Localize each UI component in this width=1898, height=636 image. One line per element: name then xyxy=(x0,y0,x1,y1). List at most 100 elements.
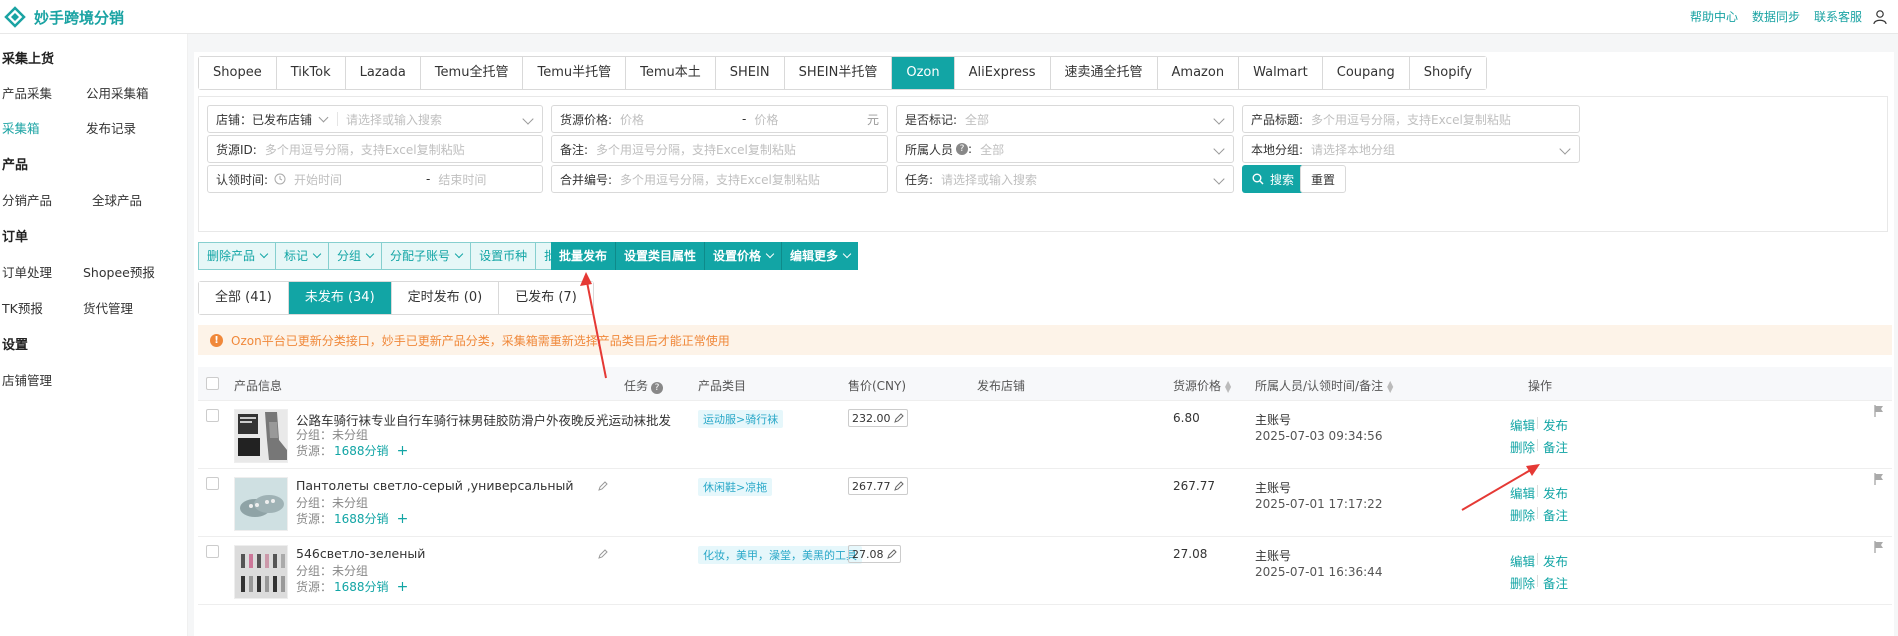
sidebar-item-distribution-products[interactable]: 分销产品 xyxy=(2,190,52,209)
delete-link[interactable]: 删除 xyxy=(1510,437,1535,456)
edit-pencil-icon[interactable] xyxy=(598,481,608,491)
local-group-filter[interactable]: 本地分组: 请选择本地分组 xyxy=(1242,135,1580,163)
tab-unpublished[interactable]: 未发布 (34) xyxy=(288,282,392,314)
tab-shein-semi[interactable]: SHEIN半托管 xyxy=(784,57,893,89)
tab-lazada[interactable]: Lazada xyxy=(345,57,421,89)
tab-shopify[interactable]: Shopify xyxy=(1409,57,1487,89)
tab-shopee[interactable]: Shopee xyxy=(199,57,277,89)
product-title-input[interactable]: 多个用逗号分隔，支持Excel复制粘贴 xyxy=(1303,111,1579,128)
user-icon[interactable] xyxy=(1872,9,1888,25)
edit-link[interactable]: 编辑 xyxy=(1510,415,1535,434)
local-group-select[interactable]: 请选择本地分组 xyxy=(1303,141,1579,158)
tab-published[interactable]: 已发布 (7) xyxy=(499,282,593,314)
tab-tiktok[interactable]: TikTok xyxy=(276,57,346,89)
claim-start-input[interactable]: 开始时间 xyxy=(286,171,426,188)
tab-aliexpress[interactable]: AliExpress xyxy=(954,57,1051,89)
edit-pencil-icon[interactable] xyxy=(598,413,608,423)
remark-link[interactable]: 备注 xyxy=(1543,437,1568,456)
product-thumbnail[interactable] xyxy=(234,409,288,463)
merge-id-input[interactable]: 多个用逗号分隔，支持Excel复制粘贴 xyxy=(612,171,887,188)
source-link[interactable]: 1688分销 xyxy=(334,512,389,526)
task-filter[interactable]: 任务: 请选择或输入搜索 xyxy=(896,165,1234,193)
data-sync-link[interactable]: 数据同步 xyxy=(1752,8,1800,25)
row-checkbox[interactable] xyxy=(206,545,219,558)
help-icon[interactable]: ? xyxy=(956,143,969,155)
row-checkbox[interactable] xyxy=(206,477,219,490)
sidebar-item-public-collect-box[interactable]: 公用采集箱 xyxy=(86,83,149,102)
sidebar-item-forwarder-management[interactable]: 货代管理 xyxy=(83,298,133,317)
tab-walmart[interactable]: Walmart xyxy=(1239,57,1323,89)
sidebar-item-product-collect[interactable]: 产品采集 xyxy=(2,83,52,102)
set-category-attributes-button[interactable]: 设置类目属性 xyxy=(616,242,706,270)
tab-coupang[interactable]: Coupang xyxy=(1322,57,1410,89)
source-id-input[interactable]: 多个用逗号分隔，支持Excel复制粘贴 xyxy=(257,141,542,158)
plus-icon[interactable]: + xyxy=(397,443,409,459)
tab-temu-local[interactable]: Temu本土 xyxy=(626,57,716,89)
owner-select[interactable]: 全部 xyxy=(972,141,1233,158)
owner-filter[interactable]: 所属人员 ? : 全部 xyxy=(896,135,1234,163)
category-tag[interactable]: 运动服>骑行袜 xyxy=(698,410,784,428)
help-center-link[interactable]: 帮助中心 xyxy=(1690,8,1738,25)
row-checkbox[interactable] xyxy=(206,409,219,422)
sidebar-item-collect-box[interactable]: 采集箱 xyxy=(2,118,40,137)
sidebar-item-shopee-forecast[interactable]: Shopee预报 xyxy=(83,262,155,281)
assign-subaccount-button[interactable]: 分配子账号 xyxy=(381,242,471,270)
plus-icon[interactable]: + xyxy=(397,511,409,527)
sort-icon[interactable]: ▲ ▼ xyxy=(1225,379,1231,393)
group-button[interactable]: 分组 xyxy=(328,242,382,270)
category-tag[interactable]: 化妆，美甲，澡堂，美黑的工具 xyxy=(698,546,862,564)
mark-button[interactable]: 标记 xyxy=(275,242,329,270)
edit-pencil-icon[interactable] xyxy=(893,481,904,491)
category-tag[interactable]: 休闲鞋>凉拖 xyxy=(698,478,773,496)
tab-amazon[interactable]: Amazon xyxy=(1157,57,1240,89)
price-max-input[interactable]: 价格 xyxy=(746,111,867,128)
delete-products-button[interactable]: 删除产品 xyxy=(198,242,276,270)
edit-link[interactable]: 编辑 xyxy=(1510,483,1535,502)
source-link[interactable]: 1688分销 xyxy=(334,580,389,594)
price-min-input[interactable]: 价格 xyxy=(612,111,742,128)
set-currency-button[interactable]: 设置币种 xyxy=(470,242,536,270)
product-title[interactable]: Пантолеты светло-серый ,универсальный xyxy=(296,478,574,493)
remark-link[interactable]: 备注 xyxy=(1543,573,1568,592)
tab-shein[interactable]: SHEIN xyxy=(715,57,785,89)
publish-link[interactable]: 发布 xyxy=(1543,415,1568,434)
sort-icon[interactable]: ▲ ▼ xyxy=(1387,379,1393,393)
product-title[interactable]: 546светло-зеленый xyxy=(296,546,425,561)
remark-link[interactable]: 备注 xyxy=(1543,505,1568,524)
edit-pencil-icon[interactable] xyxy=(598,549,608,559)
price-input[interactable]: 267.77 xyxy=(848,477,908,495)
tab-scheduled[interactable]: 定时发布 (0) xyxy=(391,282,500,314)
edit-more-button[interactable]: 编辑更多 xyxy=(782,242,859,270)
store-filter[interactable]: 店铺：已发布店铺 请选择或输入搜索 xyxy=(207,105,543,133)
header-source-price[interactable]: 货源价格 ▲ ▼ xyxy=(1173,377,1231,394)
delete-link[interactable]: 删除 xyxy=(1510,505,1535,524)
sidebar-item-store-management[interactable]: 店铺管理 xyxy=(2,370,52,389)
delete-link[interactable]: 删除 xyxy=(1510,573,1535,592)
header-owner[interactable]: 所属人员/认领时间/备注 ▲ ▼ xyxy=(1255,377,1393,394)
sidebar-item-order-processing[interactable]: 订单处理 xyxy=(2,262,52,281)
tab-ozon[interactable]: Ozon xyxy=(892,57,955,89)
flag-icon[interactable] xyxy=(1874,473,1884,485)
source-link[interactable]: 1688分销 xyxy=(334,444,389,458)
tab-all[interactable]: 全部 (41) xyxy=(199,282,289,314)
claim-end-input[interactable]: 结束时间 xyxy=(430,171,542,188)
reset-button[interactable]: 重置 xyxy=(1300,165,1347,193)
tab-temu-semi[interactable]: Temu半托管 xyxy=(523,57,627,89)
batch-publish-button[interactable]: 批量发布 xyxy=(551,242,617,270)
product-thumbnail[interactable] xyxy=(234,477,288,531)
task-select[interactable]: 请选择或输入搜索 xyxy=(933,171,1233,188)
select-all-checkbox[interactable] xyxy=(206,377,219,390)
price-input[interactable]: 232.00 xyxy=(848,409,908,427)
marked-select[interactable]: 全部 xyxy=(957,111,1233,128)
price-input[interactable]: 27.08 xyxy=(848,545,901,563)
contact-support-link[interactable]: 联系客服 xyxy=(1814,8,1862,25)
product-thumbnail[interactable] xyxy=(234,545,288,599)
help-icon[interactable]: ? xyxy=(651,382,664,394)
tab-aliexpress-full[interactable]: 速卖通全托管 xyxy=(1050,57,1158,89)
sidebar-item-global-products[interactable]: 全球产品 xyxy=(92,190,142,209)
set-price-button[interactable]: 设置价格 xyxy=(705,242,783,270)
edit-link[interactable]: 编辑 xyxy=(1510,551,1535,570)
edit-pencil-icon[interactable] xyxy=(886,549,897,559)
plus-icon[interactable]: + xyxy=(397,579,409,595)
tab-temu-full[interactable]: Temu全托管 xyxy=(420,57,524,89)
